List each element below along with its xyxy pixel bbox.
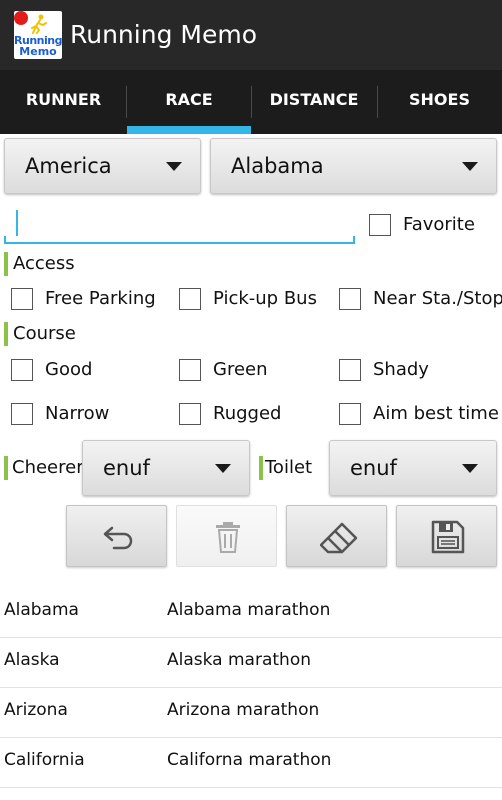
undo-button[interactable]: [66, 505, 167, 567]
race-name: Alabama marathon: [167, 600, 331, 620]
course-section-label: Course: [4, 322, 76, 346]
narrow-checkbox[interactable]: [11, 403, 33, 425]
narrow-label: Narrow: [45, 403, 110, 424]
app-title: Running Memo: [70, 20, 257, 49]
pickup-bus-checkbox[interactable]: [179, 288, 201, 310]
shady-label: Shady: [373, 359, 429, 380]
good-label: Good: [45, 359, 93, 380]
tab-distance[interactable]: DISTANCE: [251, 70, 377, 134]
cheerer-value: enuf: [103, 456, 150, 480]
race-state: Alabama: [4, 600, 79, 620]
tab-shoes[interactable]: SHOES: [377, 70, 502, 134]
race-state: Alaska: [4, 650, 60, 670]
green-label: Green: [213, 359, 268, 380]
green-checkbox[interactable]: [179, 359, 201, 381]
save-icon: [431, 520, 465, 554]
country-spinner[interactable]: America: [4, 138, 201, 194]
tab-selected-indicator: [127, 126, 251, 134]
tab-bar: RUNNER RACE DISTANCE SHOES: [0, 70, 502, 134]
app-bar: Running Memo Running Memo: [0, 0, 502, 70]
trash-icon: [216, 522, 240, 553]
state-value: Alabama: [231, 154, 324, 178]
toilet-spinner[interactable]: enuf: [329, 440, 497, 496]
app-logo-icon: Running Memo: [14, 11, 62, 59]
near-station-checkbox[interactable]: [339, 288, 361, 310]
shady-checkbox[interactable]: [339, 359, 361, 381]
clear-button[interactable]: [286, 505, 387, 567]
pickup-bus-label: Pick-up Bus: [213, 288, 317, 309]
race-list-item[interactable]: Alabama Alabama marathon: [0, 588, 502, 638]
race-list-item[interactable]: Arizona Arizona marathon: [0, 688, 502, 738]
toilet-label: Toilet: [259, 456, 312, 480]
tab-race[interactable]: RACE: [127, 70, 251, 134]
dropdown-arrow-icon: [462, 464, 478, 473]
race-name-input[interactable]: [4, 204, 355, 244]
tab-runner[interactable]: RUNNER: [0, 70, 127, 134]
country-value: America: [25, 154, 112, 178]
undo-icon: [103, 526, 133, 550]
race-name: Arizona marathon: [167, 700, 320, 720]
rugged-checkbox[interactable]: [179, 403, 201, 425]
app-logo-word-bottom: Memo: [19, 45, 57, 58]
race-state: Arizona: [4, 700, 68, 720]
aim-best-time-checkbox[interactable]: [339, 403, 361, 425]
race-list-item[interactable]: California Californa marathon: [0, 738, 502, 788]
dropdown-arrow-icon: [166, 162, 182, 171]
rugged-label: Rugged: [213, 403, 282, 424]
delete-button[interactable]: [176, 505, 277, 567]
cheerer-label: Cheerer: [4, 456, 84, 480]
good-checkbox[interactable]: [11, 359, 33, 381]
race-name: Alaska marathon: [167, 650, 311, 670]
eraser-icon: [320, 522, 358, 554]
race-state: California: [4, 750, 85, 770]
dropdown-arrow-icon: [462, 162, 478, 171]
toilet-value: enuf: [350, 456, 397, 480]
favorite-label: Favorite: [403, 214, 475, 235]
race-name: Californa marathon: [167, 750, 332, 770]
save-button[interactable]: [396, 505, 497, 567]
access-section-label: Access: [4, 252, 75, 276]
cheerer-spinner[interactable]: enuf: [82, 440, 250, 496]
state-spinner[interactable]: Alabama: [210, 138, 497, 194]
aim-best-time-label: Aim best time: [373, 403, 499, 424]
race-list-item[interactable]: Alaska Alaska marathon: [0, 638, 502, 688]
free-parking-checkbox[interactable]: [11, 288, 33, 310]
free-parking-label: Free Parking: [45, 288, 156, 309]
favorite-checkbox[interactable]: [369, 214, 391, 236]
text-cursor: [16, 210, 18, 236]
near-station-label: Near Sta./Stop: [373, 288, 502, 309]
dropdown-arrow-icon: [215, 464, 231, 473]
